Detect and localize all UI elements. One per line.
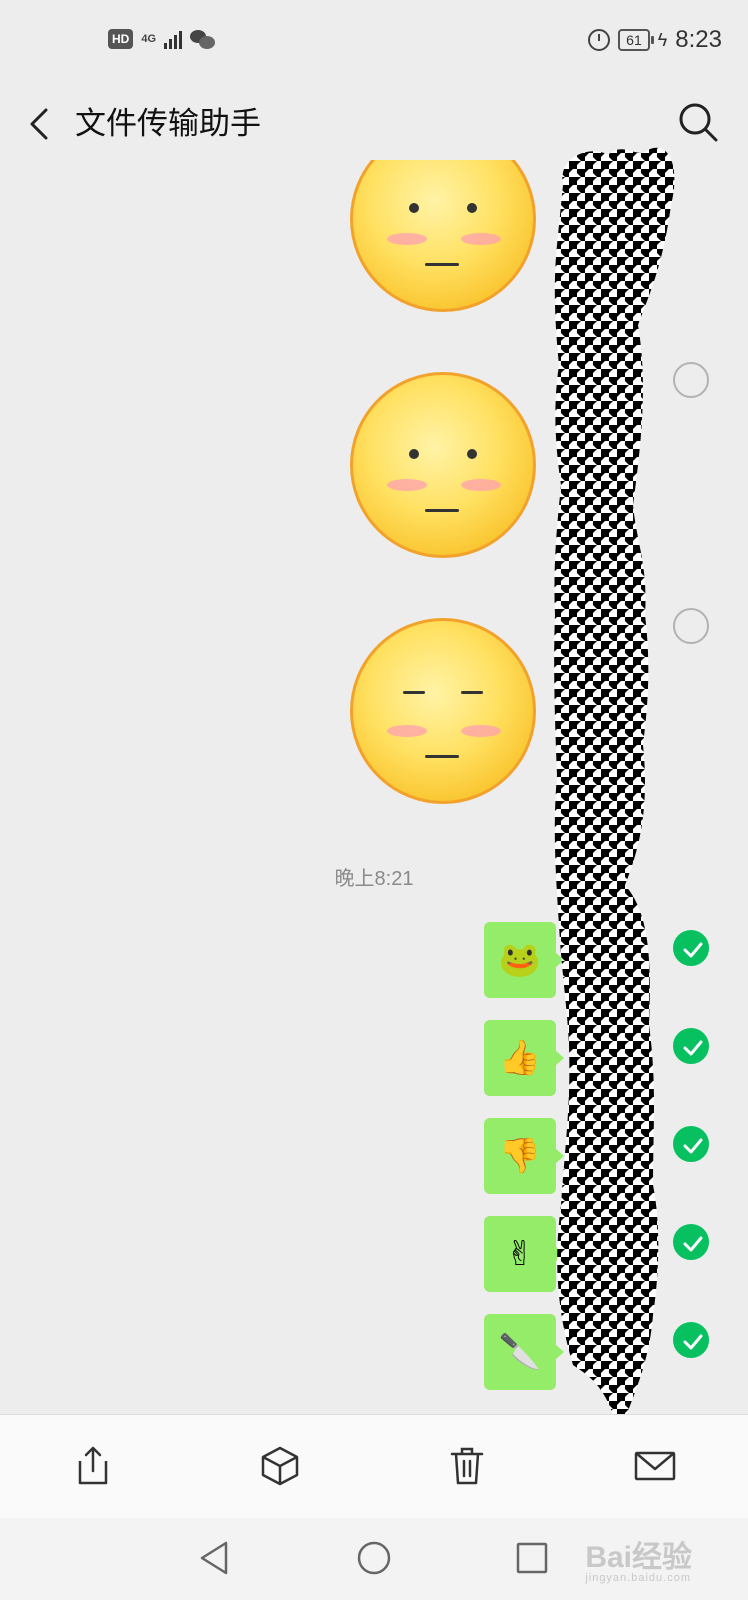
chat-title: 文件传输助手 (75, 106, 261, 141)
baidu-jingyan-watermark: Bai经验 jingyan.baidu.com (585, 1532, 692, 1584)
sticker-face (350, 618, 536, 804)
chevron-left-icon[interactable] (22, 104, 62, 144)
share-icon[interactable] (70, 1443, 116, 1489)
thumbs-down-icon: 👎 (498, 1136, 542, 1176)
redacted-avatars (554, 147, 675, 1426)
alarm-icon (588, 29, 611, 51)
sticker-face (350, 372, 536, 558)
sticker-message[interactable] (350, 372, 536, 558)
emoji-message-bubble[interactable]: 🔪 (484, 1314, 564, 1390)
system-navigation-bar: Bai经验 jingyan.baidu.com (0, 1518, 748, 1600)
charging-icon: ϟ (657, 29, 668, 50)
signal-icon (164, 29, 183, 49)
victory-hand-icon: ✌ (505, 1234, 535, 1274)
watermark-subtext: jingyan.baidu.com (585, 1572, 691, 1584)
status-right: 61 ϟ 8:23 (588, 26, 722, 54)
search-icon[interactable] (674, 98, 722, 146)
sticker-message[interactable] (350, 618, 536, 804)
status-time: 8:23 (675, 26, 722, 53)
multi-select-action-bar (0, 1414, 748, 1519)
status-bar: HD 4G 61 ϟ 8:23 (0, 0, 748, 88)
delete-icon[interactable] (444, 1443, 490, 1489)
home-circle-icon[interactable] (354, 1538, 394, 1578)
thumbs-up-icon: 👍 (498, 1038, 542, 1078)
recents-square-icon[interactable] (512, 1538, 552, 1578)
mail-icon[interactable] (632, 1443, 678, 1489)
wechat-icon (190, 28, 216, 50)
emoji-message-bubble[interactable]: 👎 (484, 1118, 564, 1194)
frog-icon: 🐸 (498, 940, 542, 980)
emoji-message-bubble[interactable]: 🐸 (484, 922, 564, 998)
emoji-message-bubble[interactable]: ✌ (484, 1216, 564, 1292)
watermark-text: Bai经验 (585, 1541, 692, 1574)
battery-indicator: 61 (618, 29, 654, 51)
status-left: HD 4G (108, 28, 216, 50)
network-type: 4G (141, 32, 157, 45)
back-triangle-icon[interactable] (196, 1538, 236, 1578)
favorite-box-icon[interactable] (257, 1443, 303, 1489)
hd-badge: HD (108, 29, 134, 49)
knife-icon: 🔪 (498, 1332, 542, 1372)
emoji-message-bubble[interactable]: 👍 (484, 1020, 564, 1096)
